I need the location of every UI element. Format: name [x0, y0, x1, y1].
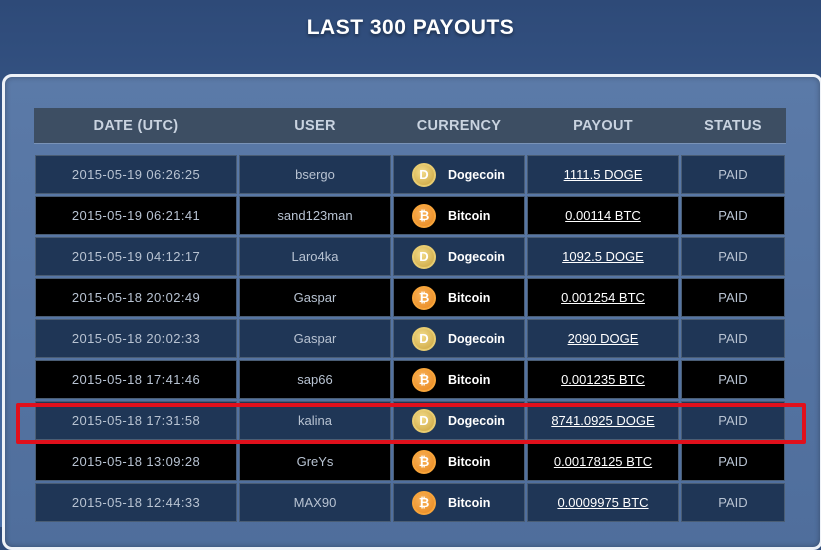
payouts-table: 2015-05-19 06:26:25 bsergo D Dogecoin 1111.5…: [34, 154, 786, 523]
cell-date: 2015-05-19 04:12:17: [35, 237, 237, 276]
cell-user: sap66: [239, 360, 391, 399]
payout-link[interactable]: 0.0009975 BTC: [557, 495, 648, 510]
currency-label: Bitcoin: [448, 372, 491, 387]
bitcoin-icon: ₿: [412, 367, 436, 392]
cell-currency: D Dogecoin: [393, 155, 525, 194]
cell-currency: ₿ Bitcoin: [393, 278, 525, 317]
currency-label: Dogecoin: [448, 331, 505, 346]
cell-user: kalina: [239, 401, 391, 440]
dogecoin-icon: D: [412, 162, 436, 187]
cell-currency: ₿ Bitcoin: [393, 483, 525, 522]
table-row: 2015-05-18 20:02:33 Gaspar D Dogecoin 2090 D…: [34, 318, 786, 359]
bitcoin-icon: ₿: [412, 203, 436, 228]
bitcoin-icon: ₿: [412, 449, 436, 474]
cell-status: PAID: [681, 196, 785, 235]
cell-date: 2015-05-18 17:41:46: [35, 360, 237, 399]
currency-label: Bitcoin: [448, 290, 491, 305]
cell-user: MAX90: [239, 483, 391, 522]
cell-date: 2015-05-18 20:02:49: [35, 278, 237, 317]
payout-link[interactable]: 1092.5 DOGE: [562, 249, 644, 264]
cell-date: 2015-05-18 12:44:33: [35, 483, 237, 522]
table-row: 2015-05-18 20:02:49 Gaspar ₿ Bitcoin 0.00125…: [34, 277, 786, 318]
dogecoin-icon: D: [412, 326, 436, 351]
cell-payout: 8741.0925 DOGE: [527, 401, 679, 440]
currency-label: Bitcoin: [448, 454, 491, 469]
cell-date: 2015-05-18 17:31:58: [35, 401, 237, 440]
cell-user: sand123man: [239, 196, 391, 235]
cell-currency: D Dogecoin: [393, 401, 525, 440]
table-row: 2015-05-18 17:41:46 sap66 ₿ Bitcoin 0.001235…: [34, 359, 786, 400]
payout-link[interactable]: 0.001254 BTC: [561, 290, 645, 305]
cell-status: PAID: [681, 401, 785, 440]
dogecoin-icon: D: [412, 408, 436, 433]
cell-date: 2015-05-19 06:26:25: [35, 155, 237, 194]
cell-user: GreYs: [239, 442, 391, 481]
cell-payout: 1111.5 DOGE: [527, 155, 679, 194]
cell-user: Gaspar: [239, 278, 391, 317]
table-row: 2015-05-19 06:26:25 bsergo D Dogecoin 1111.5…: [34, 154, 786, 195]
cell-user: Gaspar: [239, 319, 391, 358]
cell-date: 2015-05-18 20:02:33: [35, 319, 237, 358]
cell-user: Laro4ka: [239, 237, 391, 276]
payout-link[interactable]: 8741.0925 DOGE: [551, 413, 654, 428]
payout-link[interactable]: 2090 DOGE: [568, 331, 639, 346]
currency-label: Bitcoin: [448, 495, 491, 510]
column-header-currency: CURRENCY: [416, 117, 502, 134]
payout-link[interactable]: 0.00178125 BTC: [554, 454, 652, 469]
column-header-user: USER: [294, 117, 336, 134]
currency-label: Bitcoin: [448, 208, 491, 223]
cell-currency: ₿ Bitcoin: [393, 196, 525, 235]
table-row: 2015-05-18 17:31:58 kalina D Dogecoin 8741.0…: [34, 400, 786, 441]
cell-payout: 0.001235 BTC: [527, 360, 679, 399]
table-row: 2015-05-18 13:09:28 GreYs ₿ Bitcoin 0.001781…: [34, 441, 786, 482]
cell-payout: 0.00178125 BTC: [527, 442, 679, 481]
cell-currency: ₿ Bitcoin: [393, 360, 525, 399]
bitcoin-icon: ₿: [412, 285, 436, 310]
cell-date: 2015-05-19 06:21:41: [35, 196, 237, 235]
cell-status: PAID: [681, 483, 785, 522]
column-header-payout: PAYOUT: [573, 117, 633, 134]
table-header: DATE (UTC) USER CURRENCY PAYOUT STATUS: [34, 108, 786, 143]
table-row: 2015-05-18 12:44:33 MAX90 ₿ Bitcoin 0.000997…: [34, 482, 786, 523]
payout-link[interactable]: 1111.5 DOGE: [564, 167, 643, 182]
payout-link[interactable]: 0.001235 BTC: [561, 372, 645, 387]
bitcoin-icon: ₿: [412, 490, 436, 515]
table-row: 2015-05-19 04:12:17 Laro4ka D Dogecoin 1092.…: [34, 236, 786, 277]
cell-currency: D Dogecoin: [393, 237, 525, 276]
column-header-status: STATUS: [704, 117, 762, 134]
column-header-date: DATE (UTC): [93, 117, 179, 134]
cell-status: PAID: [681, 360, 785, 399]
currency-label: Dogecoin: [448, 167, 505, 182]
cell-payout: 0.0009975 BTC: [527, 483, 679, 522]
page-title: LAST 300 PAYOUTS: [306, 16, 515, 39]
cell-currency: D Dogecoin: [393, 319, 525, 358]
cell-status: PAID: [681, 278, 785, 317]
cell-payout: 0.001254 BTC: [527, 278, 679, 317]
payout-link[interactable]: 0.00114 BTC: [565, 208, 641, 223]
cell-status: PAID: [681, 155, 785, 194]
cell-status: PAID: [681, 319, 785, 358]
cell-status: PAID: [681, 237, 785, 276]
cell-currency: ₿ Bitcoin: [393, 442, 525, 481]
cell-payout: 1092.5 DOGE: [527, 237, 679, 276]
cell-date: 2015-05-18 13:09:28: [35, 442, 237, 481]
cell-payout: 0.00114 BTC: [527, 196, 679, 235]
table-row: 2015-05-19 06:21:41 sand123man ₿ Bitcoin 0.0…: [34, 195, 786, 236]
cell-user: bsergo: [239, 155, 391, 194]
currency-label: Dogecoin: [448, 413, 505, 428]
currency-label: Dogecoin: [448, 249, 505, 264]
dogecoin-icon: D: [412, 244, 436, 269]
cell-status: PAID: [681, 442, 785, 481]
cell-payout: 2090 DOGE: [527, 319, 679, 358]
